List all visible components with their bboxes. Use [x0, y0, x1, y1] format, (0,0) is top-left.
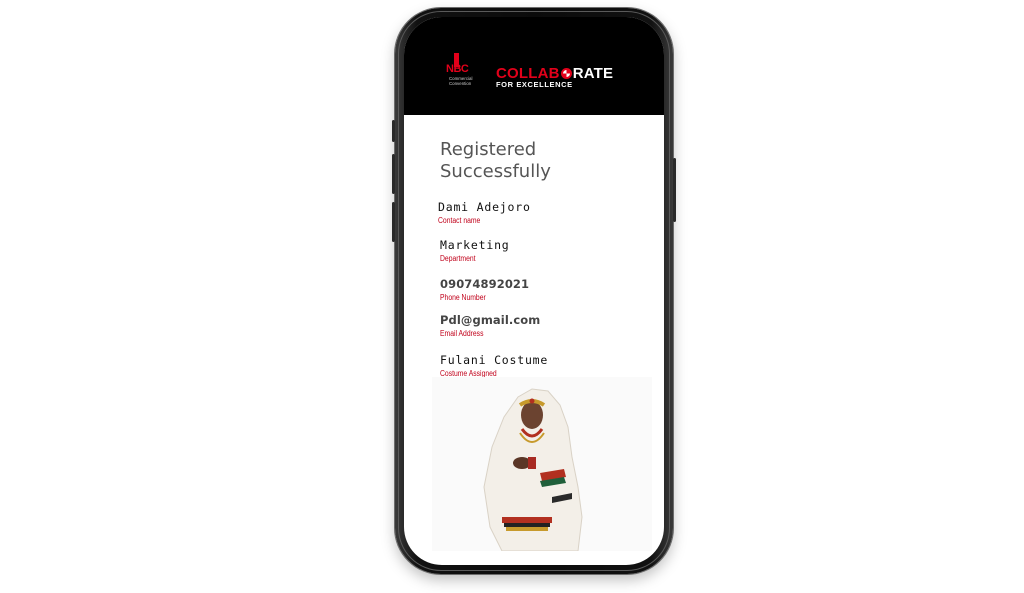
- page-title: Registered Successfully: [440, 139, 551, 182]
- power-button: [673, 158, 676, 222]
- volume-up-button: [392, 154, 395, 194]
- app-header: NBC Commercial Convention COLLAB RATE FOR…: [404, 17, 664, 115]
- email-field: Pdl@gmail.com Email Address: [440, 313, 540, 338]
- phone-screen: NBC Commercial Convention COLLAB RATE FOR…: [404, 17, 664, 565]
- campaign-logo: COLLAB RATE FOR EXCELLENCE: [496, 65, 613, 89]
- phone-number-value: 09074892021: [440, 277, 530, 291]
- contact-name-field: Dami Adejoro Contact name: [438, 200, 531, 225]
- swirl-icon: [560, 68, 572, 79]
- campaign-title-part2: RATE: [572, 65, 614, 82]
- mute-switch: [392, 120, 395, 142]
- costume-photo: [432, 377, 652, 551]
- email-value: Pdl@gmail.com: [440, 313, 541, 327]
- nbc-logo: NBC Commercial Convention: [444, 53, 484, 97]
- phone-number-label: Phone Number: [440, 293, 486, 302]
- costume-value: Fulani Costume: [440, 353, 549, 367]
- nbc-logo-subtext: Commercial Convention: [449, 76, 473, 86]
- department-value: Marketing: [440, 238, 510, 252]
- email-label: Email Address: [440, 329, 484, 338]
- costume-field: Fulani Costume Costume Assigned: [440, 353, 548, 378]
- contact-name-label: Contact name: [438, 216, 481, 225]
- nbc-logo-text: NBC: [446, 63, 469, 75]
- contact-name-value: Dami Adejoro: [438, 200, 531, 214]
- department-label: Department: [440, 254, 476, 263]
- volume-down-button: [392, 202, 395, 242]
- phone-frame: NBC Commercial Convention COLLAB RATE FOR…: [392, 8, 676, 574]
- phone-number-field: 09074892021 Phone Number: [440, 277, 529, 302]
- department-field: Marketing Department: [440, 238, 510, 263]
